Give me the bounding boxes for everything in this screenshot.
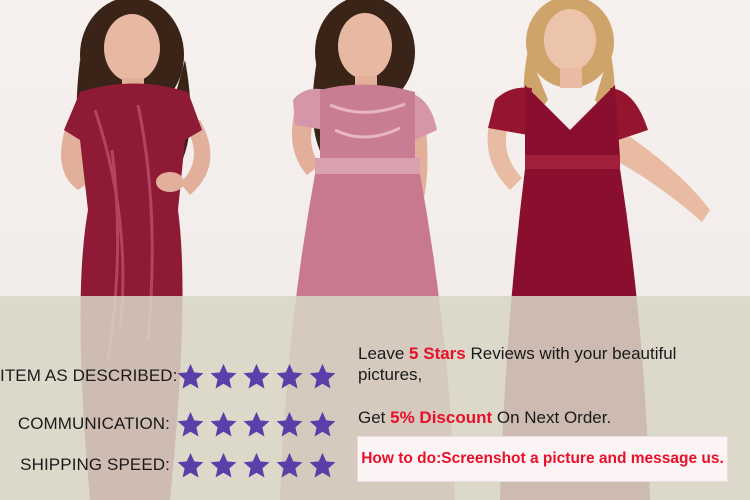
- promo-text: Leave: [358, 344, 410, 363]
- promo-highlight-discount: 5% Discount: [390, 408, 493, 427]
- star-rating: [176, 451, 337, 480]
- star-icon: [209, 451, 238, 480]
- rating-label: SHIPPING SPEED:: [20, 455, 170, 474]
- promo-highlight-five-stars: 5 Stars: [409, 344, 466, 363]
- howto-box: How to do:Screenshot a picture and messa…: [357, 436, 728, 482]
- star-icon: [176, 451, 205, 480]
- star-icon: [176, 410, 205, 439]
- promo-text: On Next Order.: [492, 408, 612, 427]
- rating-row-item-as-described: ITEM AS DESCRIBED:: [0, 359, 345, 393]
- promo-discount-text: Get 5% Discount On Next Order.: [358, 407, 718, 428]
- star-icon: [242, 410, 271, 439]
- star-icon: [308, 410, 337, 439]
- star-rating: [176, 362, 337, 391]
- star-icon: [275, 410, 304, 439]
- promo-text: Get: [358, 408, 391, 427]
- star-icon: [308, 451, 337, 480]
- star-icon: [308, 362, 337, 391]
- review-promo: Leave 5 Stars Reviews with your beautifu…: [358, 343, 718, 428]
- howto-text: How to do:Screenshot a picture and messa…: [361, 450, 724, 467]
- star-icon: [242, 451, 271, 480]
- rating-row-communication: COMMUNICATION:: [0, 407, 345, 441]
- rating-label: COMMUNICATION:: [17, 414, 170, 433]
- rating-label: ITEM AS DESCRIBED:: [0, 366, 178, 385]
- rating-row-shipping-speed: SHIPPING SPEED:: [0, 448, 345, 482]
- star-icon: [209, 410, 238, 439]
- star-rating: [176, 410, 337, 439]
- star-icon: [242, 362, 271, 391]
- promo-review-text: Leave 5 Stars Reviews with your beautifu…: [358, 343, 718, 385]
- star-icon: [176, 362, 205, 391]
- star-icon: [209, 362, 238, 391]
- star-icon: [275, 362, 304, 391]
- star-icon: [275, 451, 304, 480]
